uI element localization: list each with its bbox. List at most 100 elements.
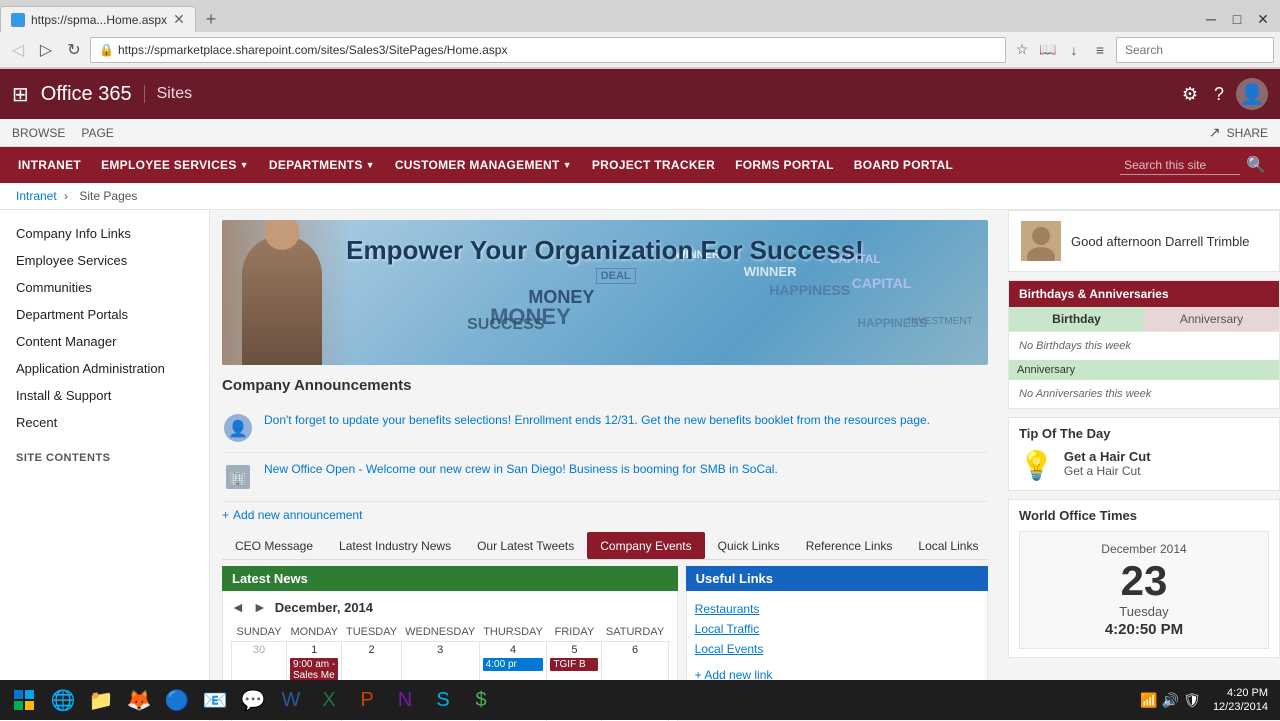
favorites-icon[interactable]: ☆	[1010, 38, 1034, 62]
toolbar-icons: ☆ 📖 ↓ ≡	[1010, 38, 1112, 62]
add-announcement-label[interactable]: Add new announcement	[233, 508, 362, 522]
back-button[interactable]: ◁	[6, 38, 30, 62]
announcement-icon-2: 🏢	[222, 461, 254, 493]
browser-tab[interactable]: 🌐 https://spma...Home.aspx ✕	[0, 6, 196, 32]
taskbar-skype-icon[interactable]: S	[425, 682, 461, 718]
refresh-button[interactable]: ↻	[62, 38, 86, 62]
taskbar-ie-icon[interactable]: 🌐	[45, 682, 81, 718]
lightbulb-icon: 💡	[1019, 449, 1054, 482]
sidebar-item-content-manager[interactable]: Content Manager	[0, 328, 209, 355]
announcement-text-2[interactable]: New Office Open - Welcome our new crew i…	[264, 461, 778, 478]
window-close-button[interactable]: ✕	[1250, 9, 1276, 29]
taskbar-onenote-icon[interactable]: N	[387, 682, 423, 718]
tip-subtitle: Get a Hair Cut	[1064, 464, 1151, 478]
address-bar: 🔒	[90, 37, 1006, 63]
add-announcement-link[interactable]: + Add new announcement	[222, 508, 988, 522]
taskbar-right: 📶 🔊 🛡 4:20 PM 12/23/2014	[1140, 686, 1276, 715]
tab-tweets[interactable]: Our Latest Tweets	[464, 532, 587, 559]
taskbar-chrome-icon[interactable]: 🔵	[159, 682, 195, 718]
tab-reference-links[interactable]: Reference Links	[793, 532, 906, 559]
share-label[interactable]: SHARE	[1227, 126, 1268, 140]
minimize-button[interactable]: ─	[1198, 9, 1224, 29]
user-avatar[interactable]: 👤	[1236, 78, 1268, 110]
taskbar-currency-icon[interactable]: $	[463, 682, 499, 718]
taskbar-outlook-icon[interactable]: 📧	[197, 682, 233, 718]
taskbar-excel-icon[interactable]: X	[311, 682, 347, 718]
sidebar-item-employee-services[interactable]: Employee Services	[0, 247, 209, 274]
new-tab-button[interactable]: +	[200, 9, 223, 30]
tab-ceo-message[interactable]: CEO Message	[222, 532, 326, 559]
apps-grid-icon[interactable]: ⊞	[12, 82, 29, 107]
tray-network-icon[interactable]: 📶	[1140, 692, 1157, 709]
link-restaurants[interactable]: Restaurants	[695, 599, 979, 619]
cal-event[interactable]: 9:00 am -Sales Me	[290, 658, 338, 682]
sp-edit-bar: BROWSE PAGE ↗ SHARE	[0, 119, 1280, 147]
announcement-icon-1: 👤	[222, 412, 254, 444]
close-tab-button[interactable]: ✕	[173, 11, 185, 28]
nav-forms-portal[interactable]: FORMS PORTAL	[725, 150, 844, 180]
share-icon: ↗	[1209, 124, 1221, 141]
tab-company-events[interactable]: Company Events	[587, 532, 704, 559]
sidebar-item-company-info[interactable]: Company Info Links	[0, 220, 209, 247]
browser-search-input[interactable]	[1125, 43, 1265, 57]
sidebar-item-recent[interactable]: Recent	[0, 409, 209, 436]
link-local-traffic[interactable]: Local Traffic	[695, 619, 979, 639]
sidebar-item-install-support[interactable]: Install & Support	[0, 382, 209, 409]
site-search-button[interactable]: 🔍	[1240, 153, 1272, 177]
maximize-button[interactable]: □	[1224, 9, 1250, 29]
address-input[interactable]	[118, 43, 997, 57]
settings-icon[interactable]: ⚙	[1178, 80, 1202, 109]
calendar-month: December, 2014	[275, 600, 373, 615]
forward-button[interactable]: ▷	[34, 38, 58, 62]
floating-word-deal: DEAL	[596, 268, 636, 284]
tab-quick-links[interactable]: Quick Links	[705, 532, 793, 559]
tip-of-day-section: Tip Of The Day 💡 Get a Hair Cut Get a Ha…	[1008, 417, 1280, 491]
tab-local-links[interactable]: Local Links	[905, 532, 991, 559]
cal-event[interactable]: TGIF B	[550, 658, 598, 671]
download-icon[interactable]: ↓	[1062, 38, 1086, 62]
help-icon[interactable]: ?	[1210, 80, 1228, 109]
taskbar-firefox-icon[interactable]: 🦊	[121, 682, 157, 718]
reading-icon[interactable]: 📖	[1036, 38, 1060, 62]
cal-event[interactable]: 4:00 pr	[483, 658, 544, 671]
link-local-events[interactable]: Local Events	[695, 639, 979, 659]
nav-employee-services[interactable]: EMPLOYEE SERVICES ▼	[91, 150, 259, 180]
announcement-item-2: 🏢 New Office Open - Welcome our new crew…	[222, 453, 988, 502]
anniversary-tab[interactable]: Anniversary	[1144, 307, 1279, 331]
sidebar-item-department-portals[interactable]: Department Portals	[0, 301, 209, 328]
sp-sidebar: Company Info Links Employee Services Com…	[0, 210, 210, 721]
tray-security-icon[interactable]: 🛡	[1183, 692, 1201, 709]
sidebar-item-app-admin[interactable]: Application Administration	[0, 355, 209, 382]
time-display: December 2014 23 Tuesday 4:20:50 PM	[1019, 531, 1269, 649]
nav-customer-management[interactable]: CUSTOMER MANAGEMENT ▼	[385, 150, 582, 180]
calendar-prev-button[interactable]: ◄	[231, 599, 245, 615]
sidebar-item-communities[interactable]: Communities	[0, 274, 209, 301]
taskbar-word-icon[interactable]: W	[273, 682, 309, 718]
site-search: 🔍	[1120, 153, 1272, 177]
cal-day-tuesday: TUESDAY	[342, 623, 401, 642]
taskbar-explorer-icon[interactable]: 📁	[83, 682, 119, 718]
tray-volume-icon[interactable]: 🔊	[1162, 692, 1179, 709]
browse-label[interactable]: BROWSE	[12, 126, 65, 140]
site-search-input[interactable]	[1120, 156, 1240, 175]
nav-departments[interactable]: DEPARTMENTS ▼	[259, 150, 385, 180]
settings-menu-icon[interactable]: ≡	[1088, 38, 1112, 62]
user-avatar-image	[1021, 221, 1061, 261]
floating-word-capital2: CAPITAL	[852, 275, 912, 291]
page-label[interactable]: PAGE	[81, 126, 113, 140]
sidebar-section-site-contents: SITE CONTENTS	[0, 442, 209, 468]
hero-banner: Empower Your Organization For Success! W…	[222, 220, 988, 365]
start-button[interactable]	[4, 680, 44, 720]
nav-project-tracker[interactable]: PROJECT TRACKER	[582, 150, 725, 180]
breadcrumb-intranet[interactable]: Intranet	[16, 189, 57, 203]
taskbar-powerpoint-icon[interactable]: P	[349, 682, 385, 718]
birthday-tab[interactable]: Birthday	[1009, 307, 1144, 331]
tab-favicon: 🌐	[11, 13, 25, 27]
taskbar-lync-icon[interactable]: 💬	[235, 682, 271, 718]
floating-word-investment: INVESTMENT	[908, 316, 972, 327]
calendar-next-button[interactable]: ►	[253, 599, 267, 615]
nav-intranet[interactable]: INTRANET	[8, 150, 91, 180]
tab-industry-news[interactable]: Latest Industry News	[326, 532, 464, 559]
nav-board-portal[interactable]: BOARD PORTAL	[844, 150, 963, 180]
announcement-text-1[interactable]: Don't forget to update your benefits sel…	[264, 412, 930, 429]
